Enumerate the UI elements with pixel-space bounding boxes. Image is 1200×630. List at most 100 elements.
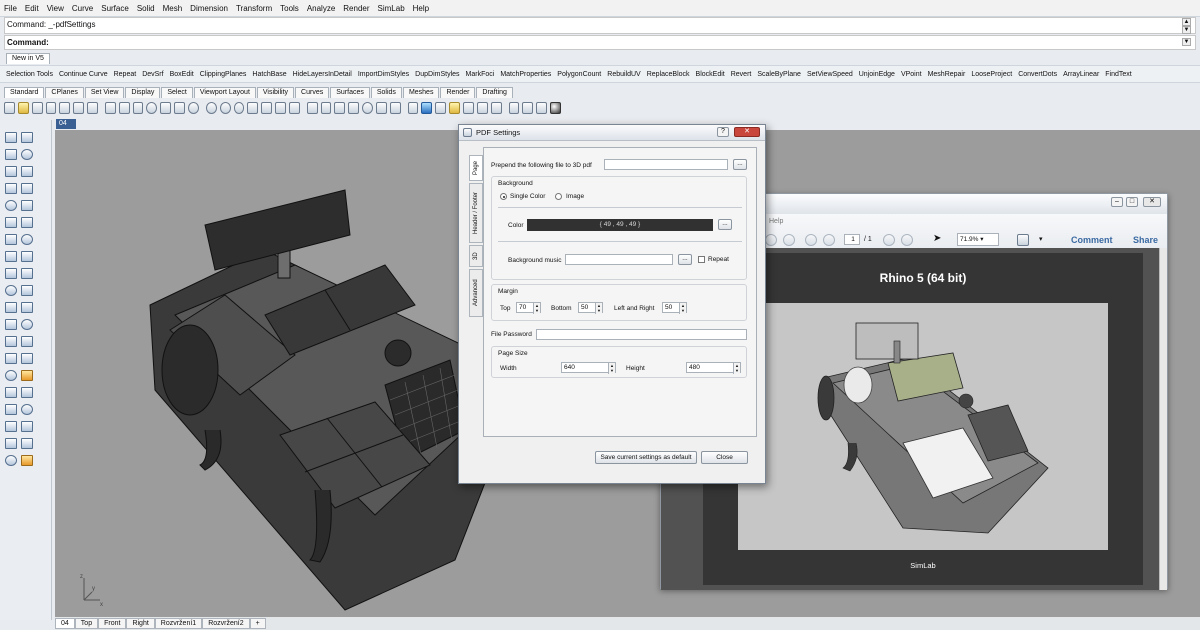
lights-icon[interactable] [375,102,387,114]
rotate-view-icon[interactable] [160,102,172,114]
command-button-markfoci[interactable]: MarkFoci [466,71,495,78]
tab-select[interactable]: Select [161,87,193,98]
copy-tool-icon[interactable] [21,319,33,330]
four-viewports-icon[interactable] [247,102,259,114]
viewport-tab-3[interactable]: Right [126,618,155,629]
color-picker-button[interactable]: ... [718,219,732,230]
shaded-icon[interactable] [362,102,373,114]
add-viewport-tab-button[interactable]: + [249,618,266,629]
minimize-icon[interactable]: – [1111,197,1123,207]
command-button-dupdimstyles[interactable]: DupDimStyles [415,71,459,78]
command-button-polygoncount[interactable]: PolygonCount [557,71,601,78]
save-icon[interactable] [31,102,43,114]
background-music-input[interactable] [565,254,673,265]
command-input[interactable]: Command: ▼ [4,35,1196,50]
tab-drafting[interactable]: Drafting [476,87,513,98]
scroll-down-icon[interactable]: ▼ [1182,26,1191,34]
rectangle-icon[interactable] [5,183,17,194]
color-swatch[interactable]: { 49 , 49 , 49 } [527,219,713,231]
menu-item-transform[interactable]: Transform [236,4,272,13]
wireframe-icon[interactable] [334,102,346,114]
command-button-findtext[interactable]: FindText [1105,71,1131,78]
left-right-margin-input[interactable]: 50 ▲ ▼ [662,302,687,314]
render-tool-icon[interactable] [21,421,33,432]
viewport-tab-2[interactable]: Front [98,618,127,629]
tab-visibility[interactable]: Visibility [256,87,295,98]
page-height-input[interactable]: 480 ▲ ▼ [686,362,741,374]
prepend-browse-button[interactable]: ... [733,159,747,170]
command-button-repeat[interactable]: Repeat [114,71,137,78]
snap-icon[interactable] [21,438,33,449]
viewport-tab-1[interactable]: Top [74,618,99,629]
tab-new-in-v5[interactable]: New in V5 [6,53,50,64]
command-button-replaceblock[interactable]: ReplaceBlock [647,71,690,78]
comment-button[interactable]: Comment [1071,235,1113,245]
command-button-setviewspeed[interactable]: SetViewSpeed [807,71,853,78]
cplane-icon[interactable] [5,438,17,449]
undo-icon[interactable] [118,102,130,114]
array-icon[interactable] [21,353,33,364]
command-button-convertdots[interactable]: ConvertDots [1018,71,1057,78]
save-default-button[interactable]: Save current settings as default [595,451,697,464]
command-button-scalebyplane[interactable]: ScaleByPlane [757,71,801,78]
dialog-help-button[interactable]: ? [717,127,729,137]
trim-icon[interactable] [5,285,17,296]
hide-icon[interactable] [21,404,33,415]
viewport-tab-4[interactable]: Rozvržení1 [154,618,203,629]
zoom-window-icon[interactable] [187,102,199,114]
next-page-icon[interactable] [805,234,817,246]
scale-icon[interactable] [21,336,33,347]
undo-view-icon[interactable] [233,102,245,114]
command-button-looseproject[interactable]: LooseProject [971,71,1012,78]
import-icon[interactable] [59,102,71,114]
menu-item-render[interactable]: Render [343,4,369,13]
zoom-icon[interactable] [174,102,185,114]
group-icon[interactable] [21,302,33,313]
box-icon[interactable] [5,234,17,245]
zoom-select[interactable]: 71.9% ▾ [957,233,999,246]
music-browse-button[interactable]: ... [678,254,692,265]
command-button-hidelayersindetail[interactable]: HideLayersInDetail [293,71,352,78]
single-color-radio[interactable] [500,193,507,200]
zoom-out-icon[interactable] [883,234,895,246]
menu-item-view[interactable]: View [47,4,64,13]
menu-item-file[interactable]: File [4,4,17,13]
command-button-matchproperties[interactable]: MatchProperties [500,71,551,78]
tab-3d[interactable]: 3D [469,245,483,267]
tab-surfaces[interactable]: Surfaces [330,87,370,98]
prev-page-icon[interactable] [783,234,795,246]
menu-item-edit[interactable]: Edit [25,4,39,13]
height-spinner-icon[interactable]: ▲ ▼ [733,363,740,374]
menu-item-help[interactable]: Help [413,4,429,13]
tab-advanced[interactable]: Advanced [469,269,483,317]
sphere-icon[interactable] [476,102,488,114]
point-icon[interactable] [21,132,33,143]
last-page-icon[interactable] [823,234,835,246]
menu-item-curve[interactable]: Curve [72,4,93,13]
command-button-continue-curve[interactable]: Continue Curve [59,71,108,78]
command-button-selection-tools[interactable]: Selection Tools [6,71,53,78]
mirror-icon[interactable] [5,353,17,364]
gloss-sphere-icon[interactable] [508,102,520,114]
tab-header-footer[interactable]: Header / Footer [469,183,483,243]
lock-icon[interactable] [5,404,17,415]
print-icon[interactable] [45,102,57,114]
properties-icon[interactable] [275,102,286,114]
dialog-close-x-button[interactable]: ✕ [734,127,760,137]
render-icon[interactable] [320,102,332,114]
menu-item-simlab[interactable]: SimLab [378,4,405,13]
boolean-icon[interactable] [5,268,17,279]
viewport-tab-0[interactable]: 04 [55,618,75,629]
page-width-input[interactable]: 640 ▲ ▼ [561,362,616,374]
move-icon[interactable] [306,102,318,114]
fit-page-icon[interactable] [1017,234,1029,246]
share-button[interactable]: Share [1133,235,1158,245]
select-all-icon[interactable] [288,102,300,114]
tab-page[interactable]: Page [469,155,483,181]
menu-item-surface[interactable]: Surface [101,4,129,13]
circle-icon[interactable] [5,166,17,177]
surface-icon[interactable] [21,217,33,228]
command-button-blockedit[interactable]: BlockEdit [696,71,725,78]
pdf-scrollbar[interactable] [1159,248,1167,590]
move-tool-icon[interactable] [5,319,17,330]
